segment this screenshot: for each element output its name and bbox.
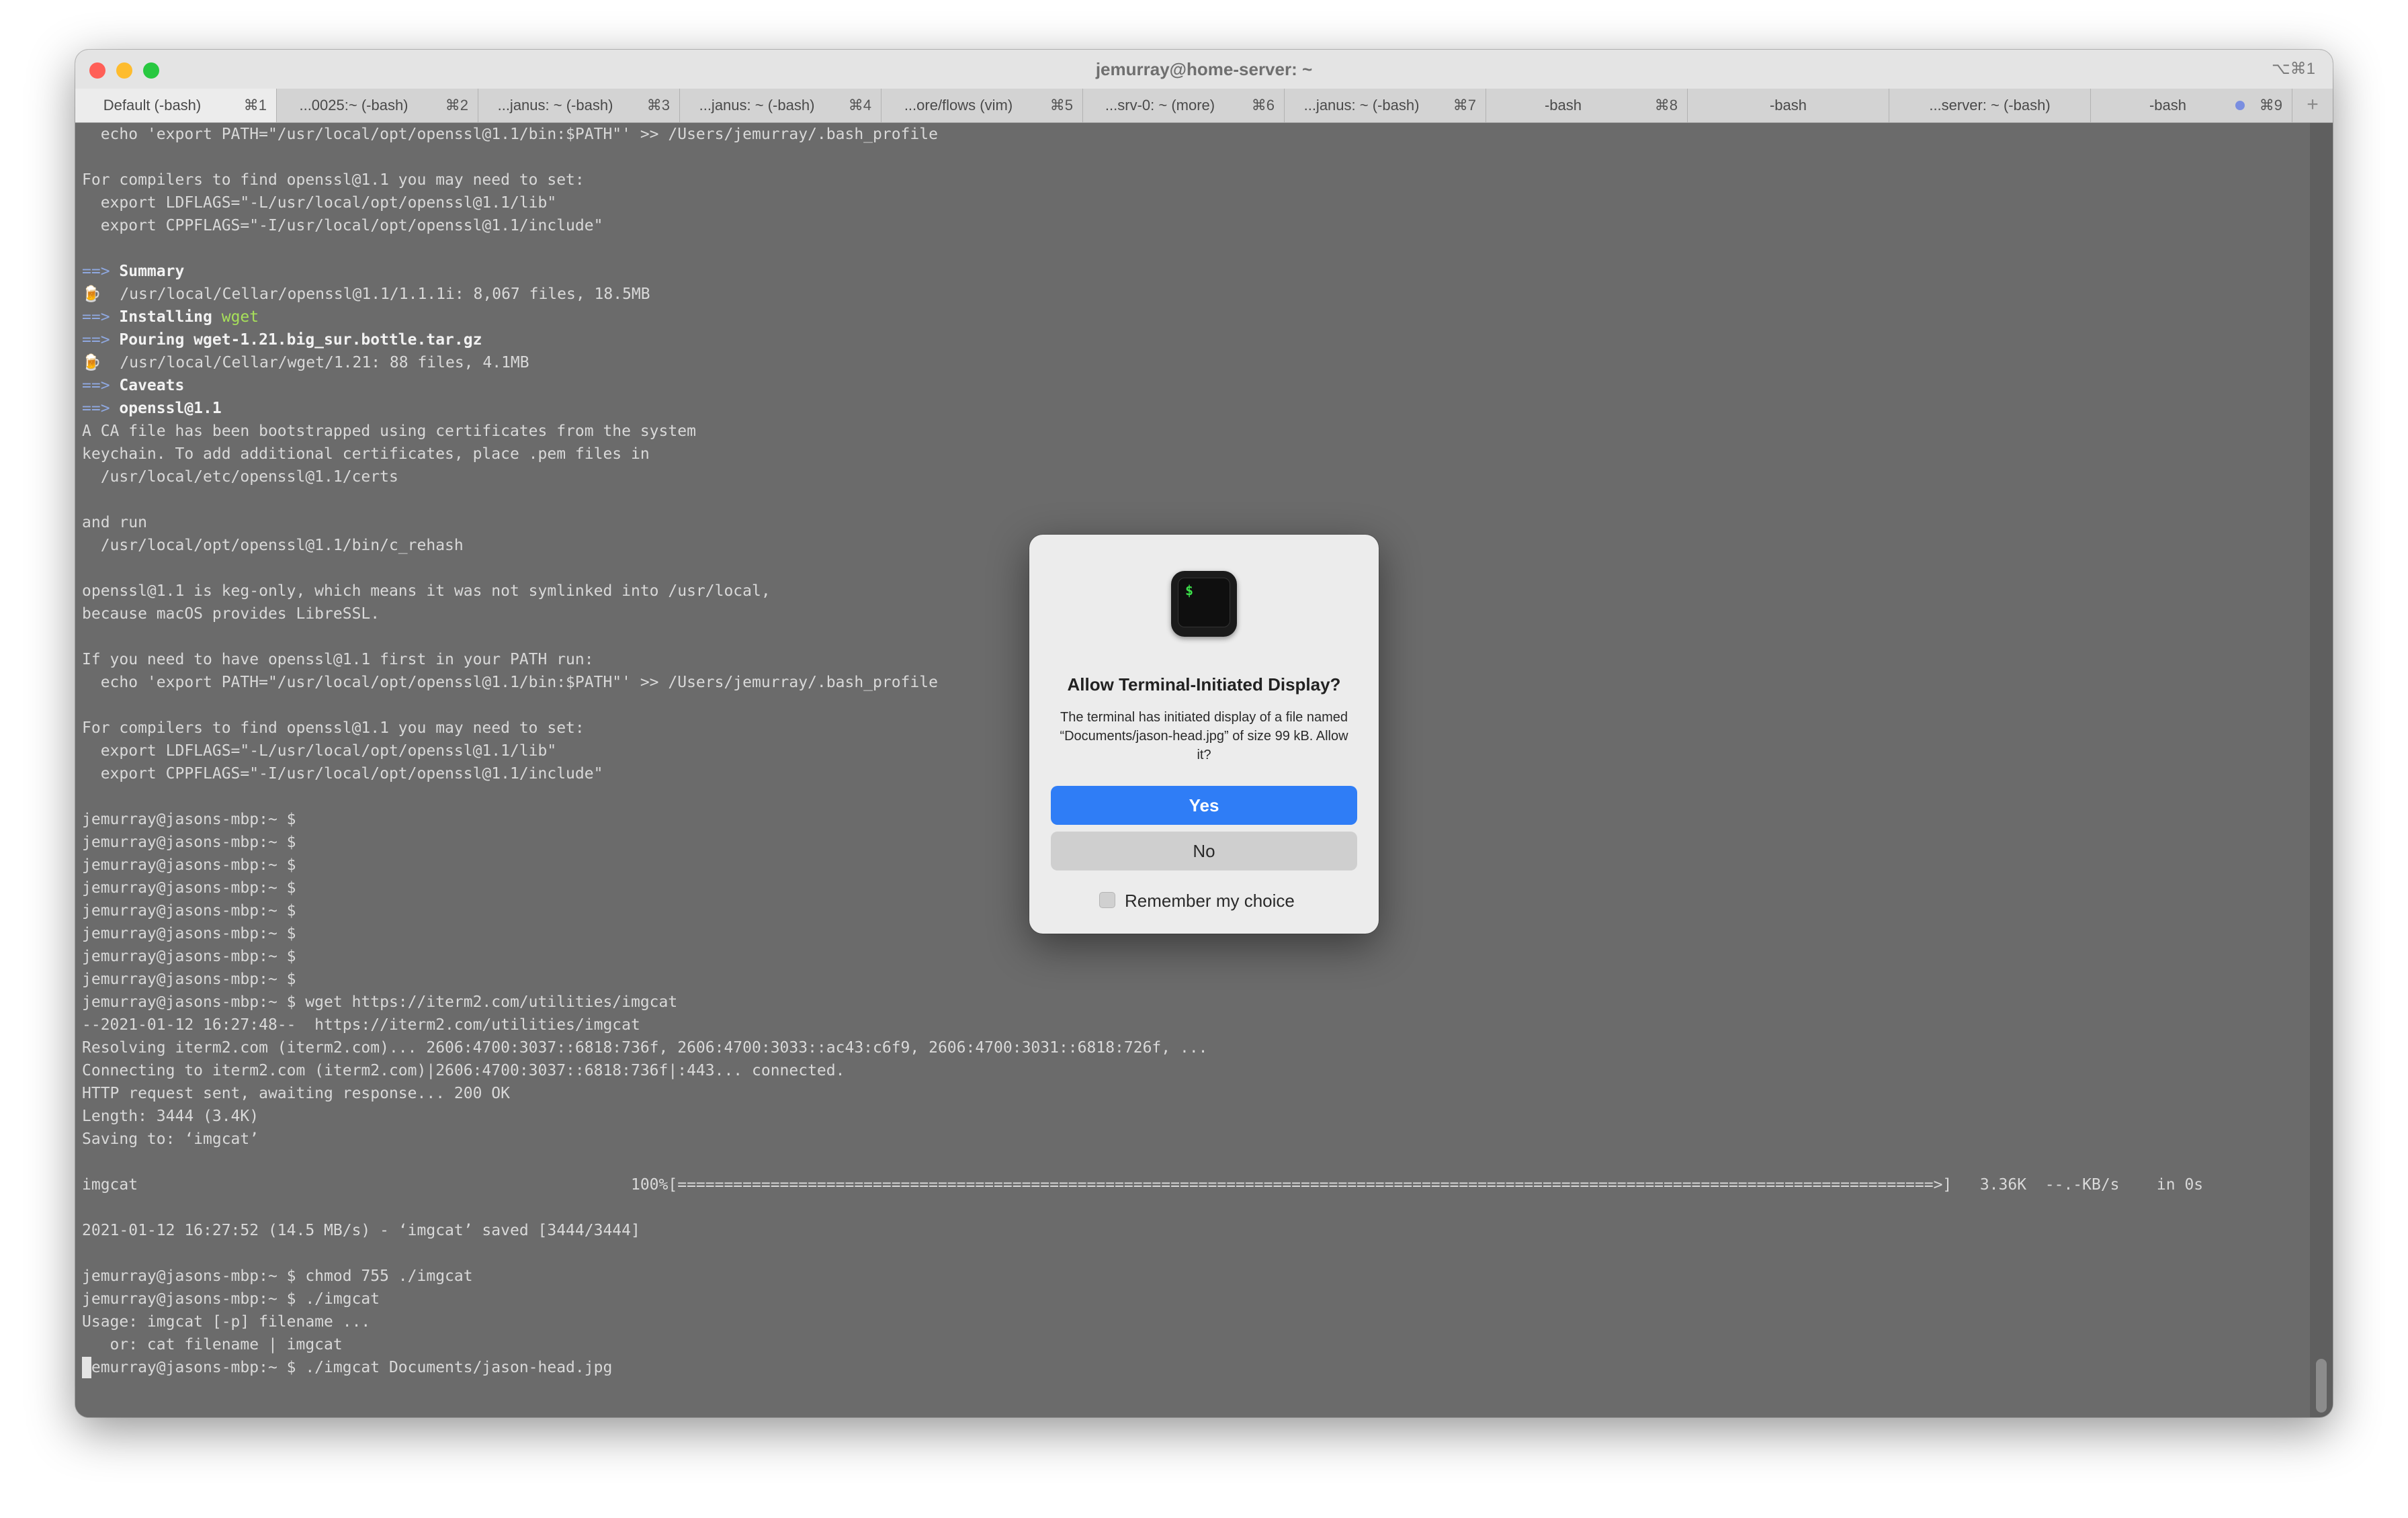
tab-7[interactable]: ...janus: ~ (-bash) ⌘7: [1285, 89, 1486, 122]
tab-shortcut: ⌘9: [2259, 97, 2282, 114]
terminal-line: jemurray@jasons-mbp:~ $ wget https://ite…: [82, 993, 678, 1011]
window-shortcut: ⌥⌘1: [2271, 60, 2315, 78]
terminal-line: 🍺 /usr/local/Cellar/wget/1.21: 88 files,…: [82, 354, 529, 371]
terminal-line: jemurray@jasons-mbp:~ $: [82, 948, 296, 965]
terminal-line: --2021-01-12 16:27:48-- https://iterm2.c…: [82, 1016, 640, 1034]
terminal-line: ==> Pouring wget-1.21.big_sur.bottle.tar…: [82, 331, 482, 349]
terminal-line: export CPPFLAGS="-I/usr/local/opt/openss…: [82, 765, 603, 783]
allow-display-dialog: $ Allow Terminal-Initiated Display? The …: [1029, 535, 1379, 934]
terminal-line: jemurray@jasons-mbp:~ $: [82, 925, 296, 942]
tab-9[interactable]: -bash: [1688, 89, 1889, 122]
tab-shortcut: ⌘2: [445, 97, 468, 114]
terminal-line: or: cat filename | imgcat: [82, 1336, 343, 1353]
tab-shortcut: ⌘3: [646, 97, 670, 114]
tab-label: -bash: [1544, 97, 1582, 114]
terminal-line: and run: [82, 514, 147, 531]
tab-label: ...ore/flows (vim): [904, 97, 1013, 114]
dialog-message: The terminal has initiated display of a …: [1060, 710, 1348, 762]
terminal-icon-screen: $: [1178, 578, 1230, 627]
terminal-line: export LDFLAGS="-L/usr/local/opt/openssl…: [82, 742, 557, 760]
terminal-line: jemurray@jasons-mbp:~ $ ./imgcat Documen…: [82, 1359, 613, 1376]
tab-label: ...janus: ~ (-bash): [1303, 97, 1420, 114]
tab-label: ...janus: ~ (-bash): [497, 97, 613, 114]
terminal-line: jemurray@jasons-mbp:~ $: [82, 811, 296, 828]
terminal-line: If you need to have openssl@1.1 first in…: [82, 651, 594, 668]
terminal-line: echo 'export PATH="/usr/local/opt/openss…: [82, 674, 938, 691]
terminal-line: jemurray@jasons-mbp:~ $: [82, 879, 296, 897]
scrollbar-thumb[interactable]: [2316, 1359, 2327, 1413]
terminal-line: jemurray@jasons-mbp:~ $ chmod 755 ./imgc…: [82, 1267, 473, 1285]
remember-choice-label[interactable]: Remember my choice: [1125, 891, 1295, 911]
tab-label: Default (-bash): [103, 97, 202, 114]
terminal-line: /usr/local/etc/openssl@1.1/certs: [82, 468, 398, 486]
terminal-line: because macOS provides LibreSSL.: [82, 605, 380, 623]
yes-button[interactable]: Yes: [1051, 786, 1357, 825]
tab-shortcut: ⌘5: [1049, 97, 1073, 114]
tab-shortcut: ⌘1: [243, 97, 267, 114]
terminal-line: jemurray@jasons-mbp:~ $ ./imgcat: [82, 1290, 380, 1308]
terminal-line: ==> Summary: [82, 263, 185, 280]
tab-shortcut: ⌘6: [1251, 97, 1275, 114]
no-button[interactable]: No: [1051, 832, 1357, 870]
tab-shortcut: ⌘8: [1654, 97, 1678, 114]
terminal-line: 2021-01-12 16:27:52 (14.5 MB/s) - ‘imgca…: [82, 1222, 640, 1239]
tab-label: -bash: [1769, 97, 1807, 114]
title-bar[interactable]: jemurray@home-server: ~ ⌥⌘1: [75, 50, 2333, 89]
new-tab-button[interactable]: +: [2292, 89, 2333, 122]
remember-choice-checkbox[interactable]: [1099, 892, 1115, 908]
terminal-line: A CA file has been bootstrapped using ce…: [82, 422, 696, 440]
terminal-line: jemurray@jasons-mbp:~ $: [82, 902, 296, 920]
terminal-line: Resolving iterm2.com (iterm2.com)... 260…: [82, 1039, 1208, 1057]
activity-dot-icon: [2235, 101, 2245, 110]
terminal-line: ==> Installing wget: [82, 308, 259, 326]
terminal-line: Length: 3444 (3.4K): [82, 1108, 259, 1125]
terminal-line: ==> Caveats: [82, 377, 185, 394]
terminal-app-icon: $: [1171, 571, 1237, 637]
terminal-line: export LDFLAGS="-L/usr/local/opt/openssl…: [82, 194, 557, 212]
tab-11[interactable]: -bash ⌘9: [2091, 89, 2292, 122]
terminal-line: ==> openssl@1.1: [82, 400, 222, 417]
terminal-line: jemurray@jasons-mbp:~ $: [82, 971, 296, 988]
terminal-line: /usr/local/opt/openssl@1.1/bin/c_rehash: [82, 537, 464, 554]
dialog-title: Allow Terminal-Initiated Display?: [1067, 674, 1341, 695]
terminal-cursor: [82, 1357, 91, 1378]
tab-8[interactable]: -bash ⌘8: [1486, 89, 1688, 122]
tab-5[interactable]: ...ore/flows (vim) ⌘5: [882, 89, 1083, 122]
terminal-icon-prompt: $: [1185, 582, 1194, 598]
terminal-line: jemurray@jasons-mbp:~ $: [82, 834, 296, 851]
terminal-line: Connecting to iterm2.com (iterm2.com)|26…: [82, 1062, 845, 1079]
terminal-line: For compilers to find openssl@1.1 you ma…: [82, 171, 585, 189]
terminal-line: Usage: imgcat [-p] filename ...: [82, 1313, 371, 1331]
tab-shortcut: ⌘4: [848, 97, 871, 114]
terminal-line: jemurray@jasons-mbp:~ $: [82, 856, 296, 874]
terminal-line: imgcat 100%[============================…: [82, 1176, 2204, 1194]
scrollbar[interactable]: [2310, 123, 2333, 1417]
tab-label: ...0025:~ (-bash): [299, 97, 408, 114]
tab-shortcut: ⌘7: [1453, 97, 1476, 114]
terminal-line: echo 'export PATH="/usr/local/opt/openss…: [82, 126, 938, 143]
terminal-line: HTTP request sent, awaiting response... …: [82, 1085, 510, 1102]
tab-label: -bash: [2149, 97, 2187, 114]
tab-bar: Default (-bash) ⌘1 ...0025:~ (-bash) ⌘2 ...j…: [75, 89, 2333, 123]
terminal-line: keychain. To add additional certificates…: [82, 445, 650, 463]
tab-2[interactable]: ...0025:~ (-bash) ⌘2: [277, 89, 478, 122]
window-title: jemurray@home-server: ~: [1095, 59, 1313, 79]
tab-label: ...srv-0: ~ (more): [1105, 97, 1215, 114]
terminal-line: For compilers to find openssl@1.1 you ma…: [82, 719, 585, 737]
terminal-line: Saving to: ‘imgcat’: [82, 1130, 259, 1148]
tab-6[interactable]: ...srv-0: ~ (more) ⌘6: [1083, 89, 1285, 122]
tab-3[interactable]: ...janus: ~ (-bash) ⌘3: [478, 89, 680, 122]
tab-4[interactable]: ...janus: ~ (-bash) ⌘4: [680, 89, 882, 122]
tab-10[interactable]: ...server: ~ (-bash): [1889, 89, 2091, 122]
tab-label: ...server: ~ (-bash): [1929, 97, 2051, 114]
terminal-line: export CPPFLAGS="-I/usr/local/opt/openss…: [82, 217, 603, 234]
terminal-line: 🍺 /usr/local/Cellar/openssl@1.1/1.1.1i: …: [82, 285, 650, 303]
tab-1[interactable]: Default (-bash) ⌘1: [75, 89, 277, 122]
terminal-line: openssl@1.1 is keg-only, which means it …: [82, 582, 771, 600]
tab-label: ...janus: ~ (-bash): [699, 97, 815, 114]
